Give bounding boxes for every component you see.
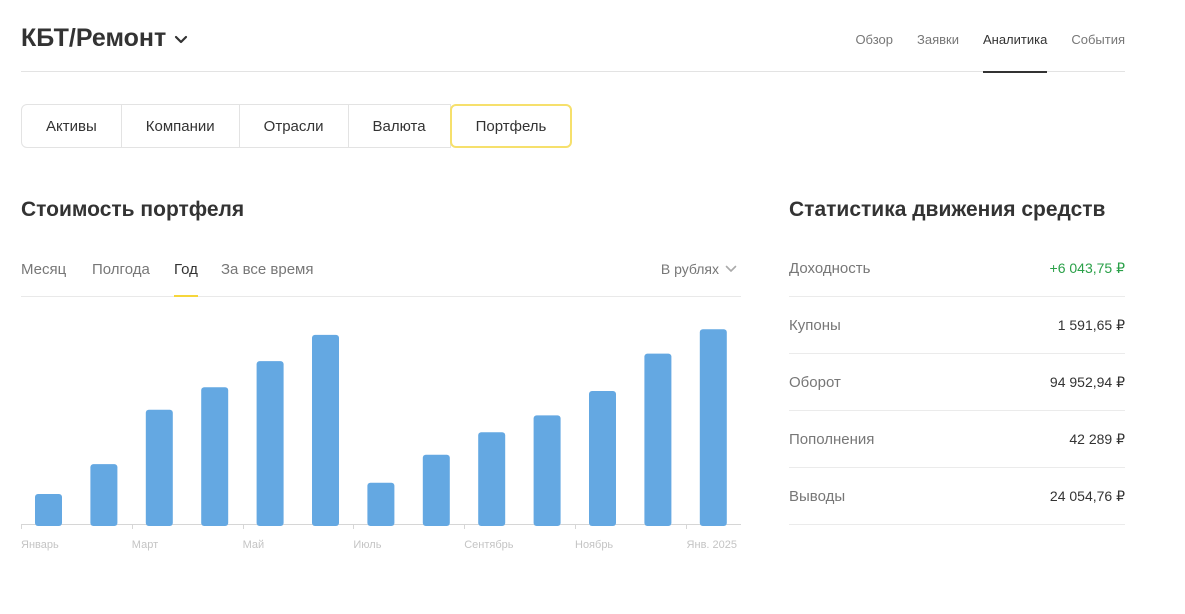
stat-value: +6 043,75 ₽ <box>1049 259 1125 276</box>
chart-bar[interactable] <box>145 409 173 526</box>
chart-bar[interactable] <box>312 334 339 526</box>
stat-row: Выводы 24 054,76 ₽ <box>789 468 1125 525</box>
period-tab-all-time[interactable]: За все время <box>221 261 313 297</box>
period-tab-year[interactable]: Год <box>174 261 198 297</box>
chart-bar[interactable] <box>422 454 450 526</box>
stat-row: Купоны 1 591,65 ₽ <box>789 297 1125 354</box>
stat-label: Купоны <box>789 316 841 334</box>
stat-label: Доходность <box>789 259 871 277</box>
x-axis-tick-label: Май <box>243 539 265 551</box>
chevron-down-icon <box>725 265 737 272</box>
nav-overview[interactable]: Обзор <box>855 0 893 72</box>
app-title-dropdown[interactable]: КБТ/Ремонт <box>21 24 188 53</box>
period-tab-half-year[interactable]: Полгода <box>92 261 150 297</box>
stat-label: Оборот <box>789 373 841 391</box>
segment-portfolio[interactable]: Портфель <box>449 104 573 148</box>
chart-bar[interactable] <box>699 329 727 526</box>
stat-row: Пополнения 42 289 ₽ <box>789 411 1125 468</box>
portfolio-chart: Январь Март Май Июль Сентябрь Ноябрь Янв. 2025 <box>21 329 741 551</box>
x-axis-tick-label: Июль <box>353 539 381 551</box>
chart-bar[interactable] <box>478 432 506 526</box>
stats-title: Статистика движения средств <box>789 198 1106 221</box>
segment-currency[interactable]: Валюта <box>347 104 451 148</box>
chart-bar[interactable] <box>201 387 229 526</box>
app-title: КБТ/Ремонт <box>21 24 167 52</box>
stat-value: 24 054,76 ₽ <box>1049 487 1125 504</box>
nav-analytics[interactable]: Аналитика <box>982 0 1048 73</box>
stat-label: Пополнения <box>789 430 875 448</box>
stat-value: 94 952,94 ₽ <box>1049 373 1125 390</box>
stat-label: Выводы <box>789 487 846 505</box>
segment-companies[interactable]: Компании <box>120 104 240 148</box>
chart-bar[interactable] <box>533 415 561 526</box>
chart-bar[interactable] <box>35 494 62 526</box>
x-axis-tick-label: Ноябрь <box>575 539 613 551</box>
x-axis-tick-label: Янв. 2025 <box>687 539 737 551</box>
chart-bar[interactable] <box>644 353 672 526</box>
period-tab-month[interactable]: Месяц <box>21 261 66 297</box>
stat-row: Оборот 94 952,94 ₽ <box>789 354 1125 411</box>
x-axis-tick-label: Сентябрь <box>464 539 514 551</box>
analytics-segments: Активы Компании Отрасли Валюта Портфель <box>21 104 573 148</box>
segment-industries[interactable]: Отрасли <box>238 104 349 148</box>
segment-assets[interactable]: Активы <box>21 104 122 148</box>
nav-events[interactable]: События <box>1071 0 1125 72</box>
currency-select[interactable]: В рублях <box>661 261 737 277</box>
top-nav: Обзор Заявки Аналитика События <box>855 0 1125 73</box>
chart-bar[interactable] <box>367 482 395 526</box>
nav-requests[interactable]: Заявки <box>917 0 959 72</box>
portfolio-title: Стоимость портфеля <box>21 198 245 221</box>
currency-select-label: В рублях <box>660 261 719 277</box>
chart-bar[interactable] <box>256 361 284 526</box>
x-axis-tick-label: Январь <box>21 539 59 551</box>
period-tabs: Месяц Полгода Год За все время В рублях <box>21 242 741 297</box>
stat-value: 42 289 ₽ <box>1069 430 1125 447</box>
chart-bar[interactable] <box>589 391 616 526</box>
stat-row: Доходность +6 043,75 ₽ <box>789 240 1125 297</box>
stat-value: 1 591,65 ₽ <box>1057 316 1125 333</box>
chevron-down-icon <box>175 35 188 44</box>
header: КБТ/Ремонт Обзор Заявки Аналитика Событи… <box>21 0 1125 73</box>
x-axis-tick-label: Март <box>132 539 158 551</box>
chart-bar[interactable] <box>90 464 118 526</box>
stats-list: Доходность +6 043,75 ₽ Купоны 1 591,65 ₽ Обо… <box>789 240 1125 525</box>
